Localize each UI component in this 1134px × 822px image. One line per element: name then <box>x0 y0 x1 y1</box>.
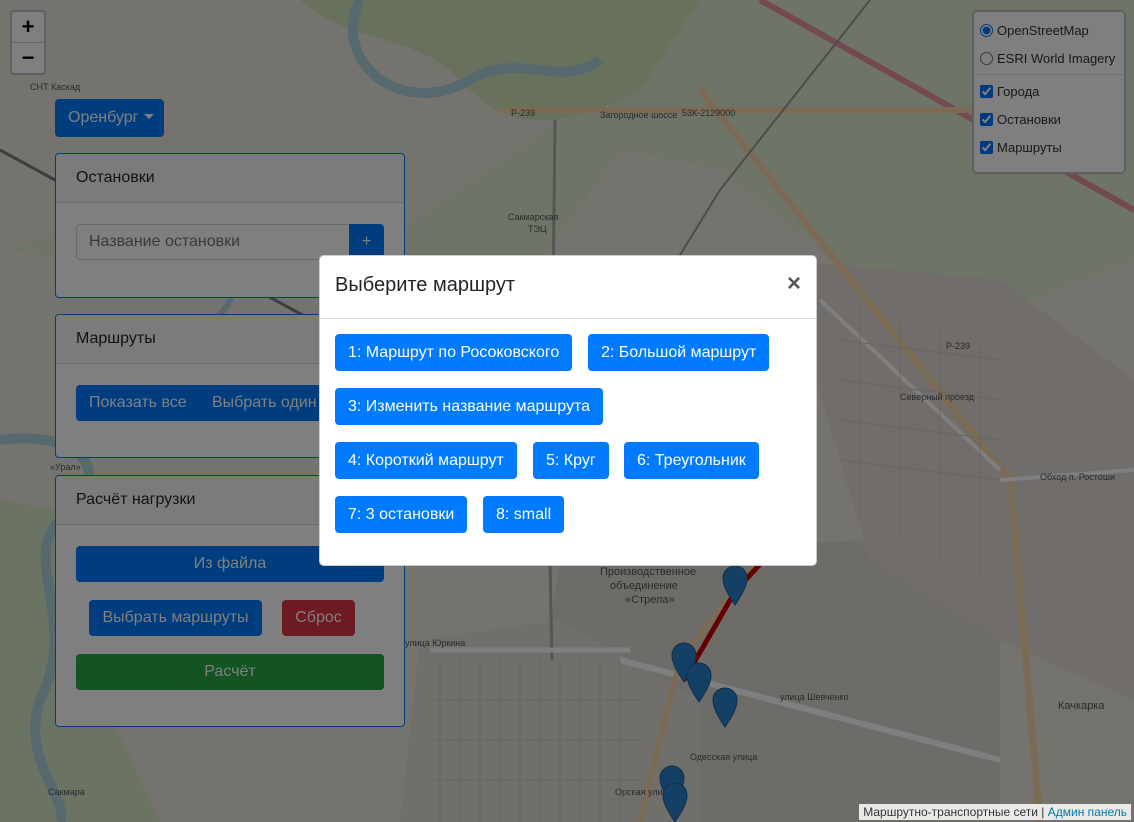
close-icon[interactable]: × <box>787 270 801 298</box>
route-button[interactable]: 1: Маршрут по Росоковского <box>335 334 573 371</box>
route-button[interactable]: 6: Треугольник <box>624 442 759 479</box>
admin-panel-link[interactable]: Админ панель <box>1048 805 1127 819</box>
route-button[interactable]: 5: Круг <box>533 442 609 479</box>
route-button[interactable]: 3: Изменить название маршрута <box>335 388 604 425</box>
map-attribution: Маршрутно-транспортные сети | Админ пане… <box>859 804 1131 820</box>
route-button[interactable]: 8: small <box>483 496 565 533</box>
route-button[interactable]: 4: Короткий маршрут <box>335 442 517 479</box>
modal-header: Выберите маршрут × <box>320 256 816 319</box>
route-button[interactable]: 2: Большой маршрут <box>588 334 770 371</box>
route-select-modal: Выберите маршрут × 1: Маршрут по Росоков… <box>319 255 817 566</box>
attribution-text: Маршрутно-транспортные сети | <box>863 805 1048 819</box>
route-button[interactable]: 7: 3 остановки <box>335 496 468 533</box>
modal-title: Выберите маршрут <box>335 274 516 296</box>
